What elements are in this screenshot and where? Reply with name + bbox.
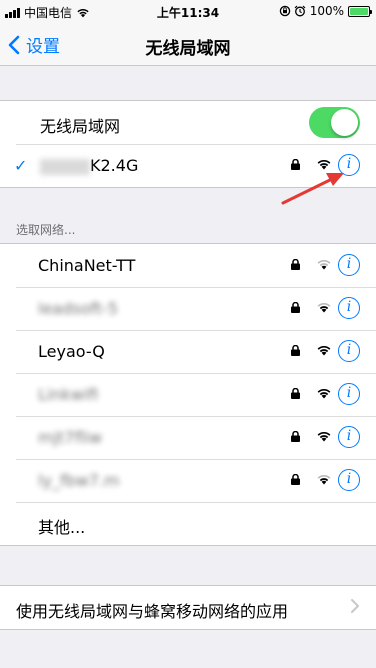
network-name: ChinaNet-TT (38, 256, 136, 275)
wifi-toggle-row: 无线局域网 (0, 101, 376, 144)
wifi-signal-icon (317, 475, 331, 485)
chevron-right-icon (351, 599, 359, 613)
network-row[interactable]: Leyao-Q i (0, 330, 376, 373)
network-row[interactable]: leadsoft-5 i (0, 287, 376, 330)
wifi-signal-icon (317, 432, 331, 442)
wifi-signal-icon (317, 303, 331, 313)
wifi-toggle-switch[interactable] (309, 107, 360, 138)
info-icon[interactable]: i (338, 426, 360, 448)
network-row[interactable]: ChinaNet-TT i (0, 244, 376, 287)
page-title: 无线局域网 (145, 39, 231, 59)
other-network-row[interactable]: 其他... (0, 502, 376, 545)
connected-network-row[interactable]: ✓ K2.4G i (0, 144, 376, 187)
checkmark-icon: ✓ (14, 156, 28, 175)
network-row[interactable]: ly_fbw7.m i (0, 459, 376, 502)
status-right: 100% (279, 4, 372, 18)
lock-icon (291, 388, 300, 399)
info-icon[interactable]: i (338, 254, 360, 276)
rotation-lock-icon (279, 5, 290, 17)
wifi-signal-icon (317, 389, 331, 399)
other-network-label: 其他... (38, 518, 86, 537)
info-icon[interactable]: i (338, 383, 360, 405)
info-icon[interactable]: i (338, 297, 360, 319)
apps-group: 使用无线局域网与蜂窝移动网络的应用 (0, 585, 376, 630)
nav-bar: 设置 无线局域网 (0, 22, 376, 66)
wifi-toggle-label: 无线局域网 (40, 117, 121, 136)
network-name: Linkwifi (38, 385, 99, 404)
status-bar: 中国电信 上午11:34 100% (0, 0, 376, 22)
network-name: mjt7fliw (38, 428, 103, 447)
network-name: Leyao-Q (38, 342, 105, 361)
lock-icon (291, 431, 300, 442)
lock-icon (291, 302, 300, 313)
apps-using-wlan-row[interactable]: 使用无线局域网与蜂窝移动网络的应用 (0, 586, 376, 629)
battery-icon (348, 5, 372, 17)
info-icon[interactable]: i (338, 469, 360, 491)
wifi-signal-icon (317, 260, 331, 270)
connected-network-name: K2.4G (40, 156, 138, 175)
network-list: ChinaNet-TT i leadsoft-5 i Leyao-Q i Lin… (0, 243, 376, 546)
network-name: leadsoft-5 (38, 299, 118, 318)
network-row[interactable]: Linkwifi i (0, 373, 376, 416)
lock-icon (291, 474, 300, 485)
wifi-signal-icon (317, 160, 331, 170)
lock-icon (291, 159, 300, 170)
wifi-toggle-group: 无线局域网 ✓ K2.4G i (0, 100, 376, 188)
lock-icon (291, 345, 300, 356)
wifi-signal-icon (317, 346, 331, 356)
info-icon[interactable]: i (338, 154, 360, 176)
lock-icon (291, 259, 300, 270)
alarm-icon (294, 5, 306, 17)
network-name: ly_fbw7.m (38, 471, 120, 490)
battery-percent: 100% (309, 4, 344, 18)
apps-using-wlan-label: 使用无线局域网与蜂窝移动网络的应用 (16, 602, 289, 621)
info-icon[interactable]: i (338, 340, 360, 362)
choose-network-header: 选取网络... (16, 223, 76, 237)
network-row[interactable]: mjt7fliw i (0, 416, 376, 459)
